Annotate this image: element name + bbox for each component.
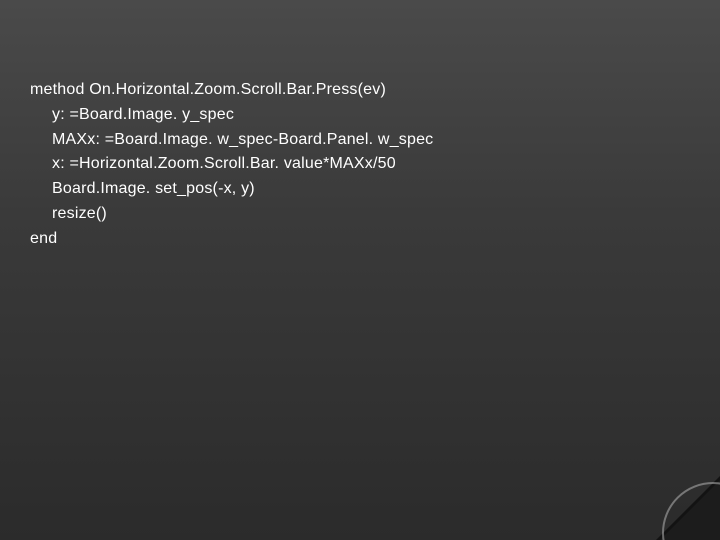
- code-line-5: Board.Image. set_pos(-x, y): [30, 177, 690, 202]
- code-line-1: method On.Horizontal.Zoom.Scroll.Bar.Pre…: [30, 78, 690, 103]
- code-line-6: resize(): [30, 202, 690, 227]
- code-line-4: x: =Horizontal.Zoom.Scroll.Bar. value*MA…: [30, 152, 690, 177]
- code-line-7: end: [30, 227, 690, 252]
- code-block: method On.Horizontal.Zoom.Scroll.Bar.Pre…: [30, 78, 690, 252]
- code-line-3: MAXx: =Board.Image. w_spec-Board.Panel. …: [30, 128, 690, 153]
- code-line-2: y: =Board.Image. y_spec: [30, 103, 690, 128]
- corner-fold: [660, 480, 720, 540]
- slide: method On.Horizontal.Zoom.Scroll.Bar.Pre…: [0, 0, 720, 540]
